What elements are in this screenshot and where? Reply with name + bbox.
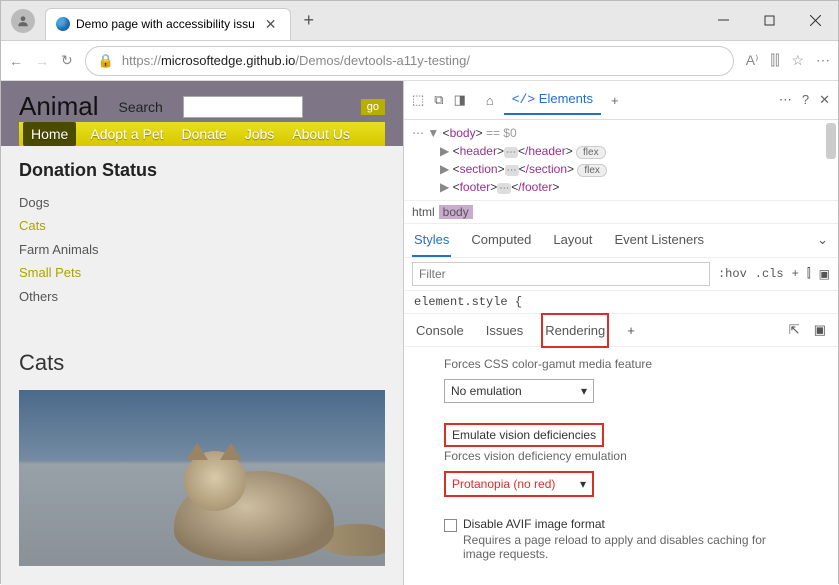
element-style[interactable]: element.style {: [404, 291, 838, 314]
gamut-select[interactable]: No emulation▾: [444, 379, 594, 403]
avif-heading: Disable AVIF image format: [463, 517, 798, 531]
cat-image: [19, 390, 385, 566]
expand-icon[interactable]: ⇱: [787, 314, 802, 346]
nav-adopt[interactable]: Adopt a Pet: [90, 126, 163, 142]
donation-heading: Donation Status: [19, 160, 385, 181]
minimize-button[interactable]: [700, 1, 746, 41]
collections-icon[interactable]: ⫿⫿: [770, 52, 779, 69]
list-item[interactable]: Others: [19, 285, 385, 308]
inspect-icon[interactable]: ⬚: [412, 92, 424, 108]
list-item[interactable]: Cats: [19, 214, 385, 237]
window-titlebar: Demo page with accessibility issu ✕ +: [1, 1, 838, 41]
new-style-icon[interactable]: +: [792, 267, 799, 281]
tab-styles[interactable]: Styles: [412, 224, 451, 257]
chevron-down-icon[interactable]: ⌄: [815, 224, 830, 257]
close-devtools-icon[interactable]: ✕: [819, 92, 830, 108]
nav-donate[interactable]: Donate: [182, 126, 227, 142]
list-item[interactable]: Dogs: [19, 191, 385, 214]
avif-desc: Requires a page reload to apply and disa…: [463, 533, 798, 561]
gamut-desc: Forces CSS color-gamut media feature: [444, 357, 798, 371]
crumb-body[interactable]: body: [439, 205, 473, 219]
filter-row: :hov .cls + ⫿ ▣: [404, 258, 838, 291]
maximize-button[interactable]: [746, 1, 792, 41]
vision-select[interactable]: Protanopia (no red)▾: [444, 471, 594, 497]
tab-console[interactable]: Console: [414, 315, 466, 346]
avif-checkbox[interactable]: [444, 519, 457, 532]
device-icon[interactable]: ⧉: [434, 92, 443, 108]
search-input[interactable]: [183, 96, 303, 118]
tab-issues[interactable]: Issues: [484, 315, 526, 346]
section-heading: Cats: [19, 350, 385, 376]
drawer-tabs: Console Issues Rendering + ⇱ ▣: [404, 314, 838, 347]
rendering-panel[interactable]: Forces CSS color-gamut media feature No …: [404, 347, 838, 585]
url-path: /Demos/devtools-a11y-testing/: [295, 53, 470, 68]
profile-avatar[interactable]: [11, 9, 35, 33]
styles-tabs: Styles Computed Layout Event Listeners ⌄: [404, 224, 838, 258]
url-protocol: https://: [122, 53, 161, 68]
breadcrumb[interactable]: html body: [404, 200, 838, 224]
close-window-button[interactable]: [792, 1, 838, 41]
search-label: Search: [118, 99, 162, 115]
dock-icon[interactable]: ◨: [454, 92, 466, 108]
chevron-down-icon: ▾: [581, 384, 587, 398]
favorite-icon[interactable]: ☆: [791, 52, 804, 69]
go-button[interactable]: go: [361, 99, 385, 115]
help-icon[interactable]: ?: [802, 92, 809, 108]
nav-jobs[interactable]: Jobs: [245, 126, 275, 142]
devtools-panel: ⬚ ⧉ ◨ ⌂ </> Elements + ⋯ ? ✕ ⋯ ▼ <body> …: [403, 81, 838, 585]
url-host: microsoftedge.github.io: [161, 53, 295, 68]
list-item[interactable]: Small Pets: [19, 261, 385, 284]
home-icon[interactable]: ⌂: [486, 93, 494, 108]
panel-icon[interactable]: ▣: [812, 314, 828, 346]
dom-tree[interactable]: ⋯ ▼ <body> == $0 ▶ <header>⋯</header> fl…: [404, 120, 838, 200]
devtools-toolbar: ⬚ ⧉ ◨ ⌂ </> Elements + ⋯ ? ✕: [404, 81, 838, 120]
flex-icon[interactable]: ▣: [819, 267, 830, 282]
more-icon[interactable]: ⋯: [816, 52, 830, 69]
more-tools-icon[interactable]: ⋯: [779, 92, 792, 108]
url-field[interactable]: 🔒 https://microsoftedge.github.io/Demos/…: [85, 46, 734, 76]
vision-heading: Emulate vision deficiencies: [444, 423, 604, 447]
page-viewport: Animal Search go Home Adopt a Pet Donate…: [1, 81, 403, 585]
browser-tab[interactable]: Demo page with accessibility issu ✕: [45, 8, 291, 40]
address-bar: ← → ↻ 🔒 https://microsoftedge.github.io/…: [1, 41, 838, 81]
nav-home[interactable]: Home: [23, 122, 76, 146]
tab-elements[interactable]: </> Elements: [504, 85, 601, 115]
tab-rendering[interactable]: Rendering: [543, 315, 607, 346]
read-aloud-icon[interactable]: A⁾: [746, 52, 759, 69]
chevron-down-icon: ▾: [580, 477, 586, 491]
edge-icon: [56, 17, 70, 31]
tab-title: Demo page with accessibility issu: [76, 17, 255, 31]
cls-toggle[interactable]: .cls: [755, 267, 784, 281]
list-item[interactable]: Farm Animals: [19, 238, 385, 261]
refresh-button[interactable]: ↻: [61, 52, 73, 69]
donation-list: Dogs Cats Farm Animals Small Pets Others: [19, 191, 385, 308]
scrollbar[interactable]: [826, 123, 836, 159]
add-drawer-tab-icon[interactable]: +: [625, 315, 637, 346]
tab-eventlisteners[interactable]: Event Listeners: [612, 224, 706, 257]
lock-icon: 🔒: [98, 53, 114, 69]
vision-desc: Forces vision deficiency emulation: [444, 449, 798, 463]
add-tab-icon[interactable]: +: [611, 93, 619, 108]
forward-button: →: [35, 53, 49, 69]
new-tab-button[interactable]: +: [291, 10, 326, 31]
back-button[interactable]: ←: [9, 53, 23, 69]
site-logo[interactable]: Animal: [19, 91, 98, 122]
close-tab-icon[interactable]: ✕: [261, 16, 281, 33]
hov-toggle[interactable]: :hov: [718, 267, 747, 281]
paint-icon[interactable]: ⫿: [807, 267, 811, 281]
filter-input[interactable]: [412, 262, 710, 286]
crumb-html[interactable]: html: [412, 205, 435, 219]
tab-layout[interactable]: Layout: [551, 224, 594, 257]
main-nav: Home Adopt a Pet Donate Jobs About Us: [19, 122, 385, 146]
nav-about[interactable]: About Us: [292, 126, 350, 142]
tab-computed[interactable]: Computed: [469, 224, 533, 257]
